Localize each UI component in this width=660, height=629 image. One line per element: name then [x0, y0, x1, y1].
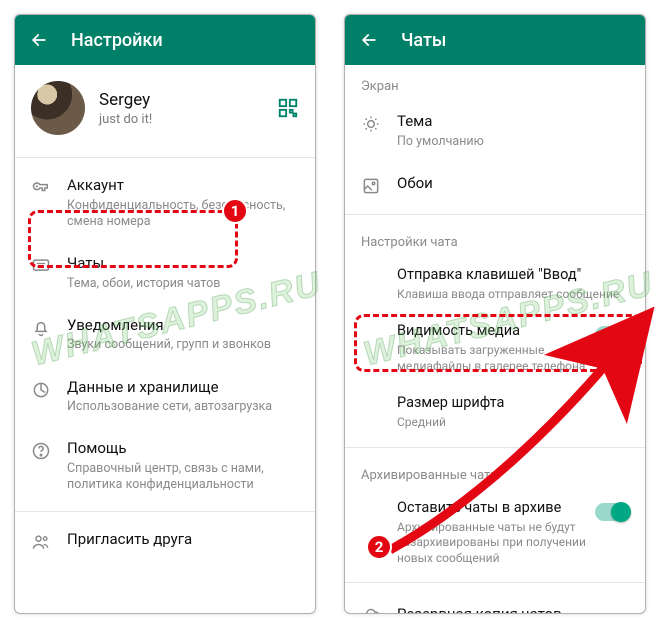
page-title: Настройки — [71, 30, 163, 51]
profile-status: just do it! — [99, 112, 277, 127]
section-label-screen: Экран — [345, 65, 645, 100]
appbar: Настройки — [15, 15, 315, 65]
item-title: Отправка клавишей "Ввод" — [397, 266, 621, 285]
toggle-switch[interactable] — [595, 503, 629, 521]
item-title: Помощь — [67, 439, 299, 459]
item-title: Данные и хранилище — [67, 378, 299, 398]
back-icon[interactable] — [359, 30, 379, 50]
chats-item-wallpaper[interactable]: Обои — [345, 162, 645, 208]
back-icon[interactable] — [29, 30, 49, 50]
item-title: Уведомления — [67, 316, 299, 336]
item-title: Видимость медиа — [397, 322, 587, 341]
item-sub: Средний — [397, 415, 621, 431]
chats-item-backup[interactable]: Резервная копия чатов — [345, 589, 645, 614]
item-sub: Архивированные чаты не будут разархивиро… — [397, 520, 587, 567]
section-label-archived: Архивированные чаты — [345, 454, 645, 489]
chats-item-enter-send[interactable]: Отправка клавишей "Ввод" Клавиша ввода о… — [345, 256, 645, 312]
item-title: Аккаунт — [67, 176, 299, 196]
settings-item-account[interactable]: Аккаунт Конфиденциальность, безопасность… — [15, 164, 315, 242]
chats-item-theme[interactable]: Тема По умолчанию — [345, 100, 645, 162]
chats-settings-screen: Чаты Экран Тема По умолчанию Обои Настро… — [344, 14, 646, 614]
chats-item-font-size[interactable]: Размер шрифта Средний — [345, 384, 645, 440]
item-title: Резервная копия чатов — [397, 605, 562, 614]
item-title: Размер шрифта — [397, 394, 621, 413]
wallpaper-icon — [361, 174, 397, 196]
step-badge-1: 1 — [222, 198, 248, 224]
item-sub: По умолчанию — [397, 134, 629, 150]
settings-item-invite[interactable]: Пригласить друга — [15, 518, 315, 564]
item-sub: Звуки сообщений, групп и звонков — [67, 337, 299, 353]
item-title: Пригласить друга — [67, 530, 299, 550]
settings-screen: Настройки Sergey just do it! Аккаунт Кон… — [14, 14, 316, 614]
avatar — [31, 81, 85, 135]
key-icon — [31, 176, 67, 198]
data-icon — [31, 378, 67, 400]
appbar: Чаты — [345, 15, 645, 65]
theme-icon — [361, 112, 397, 134]
chat-icon — [31, 254, 67, 276]
item-title: Обои — [397, 174, 629, 194]
settings-item-chats[interactable]: Чаты Тема, обои, история чатов — [15, 242, 315, 304]
cloud-upload-icon — [361, 603, 397, 614]
settings-item-storage[interactable]: Данные и хранилище Использование сети, а… — [15, 366, 315, 428]
people-icon — [31, 530, 67, 552]
item-title: Оставить чаты в архиве — [397, 499, 587, 518]
chats-item-media-visibility[interactable]: Видимость медиа Показывать загруженные м… — [345, 312, 645, 384]
item-sub: Тема, обои, история чатов — [67, 276, 299, 292]
item-sub: Использование сети, автозагрузка — [67, 399, 299, 415]
bell-icon — [31, 316, 67, 338]
qr-icon[interactable] — [277, 97, 299, 119]
step-badge-2: 2 — [366, 534, 392, 560]
profile-name: Sergey — [99, 90, 277, 110]
toggle-switch[interactable] — [595, 326, 629, 344]
chats-item-keep-archived[interactable]: Оставить чаты в архиве Архивированные ча… — [345, 489, 645, 577]
item-sub: Показывать загруженные медиафайлы в гале… — [397, 343, 587, 374]
settings-item-help[interactable]: Помощь Справочный центр, связь с нами, п… — [15, 427, 315, 505]
item-sub: Конфиденциальность, безопасность, смена … — [67, 198, 299, 231]
item-sub: Клавиша ввода отправляет сообщение — [397, 287, 621, 303]
item-sub: Справочный центр, связь с нами, политика… — [67, 461, 299, 494]
settings-item-notifications[interactable]: Уведомления Звуки сообщений, групп и зво… — [15, 304, 315, 366]
item-title: Чаты — [67, 254, 299, 274]
profile-row[interactable]: Sergey just do it! — [15, 65, 315, 151]
section-label-chat: Настройки чата — [345, 221, 645, 256]
item-title: Тема — [397, 112, 629, 132]
help-icon — [31, 439, 67, 461]
page-title: Чаты — [401, 30, 446, 51]
